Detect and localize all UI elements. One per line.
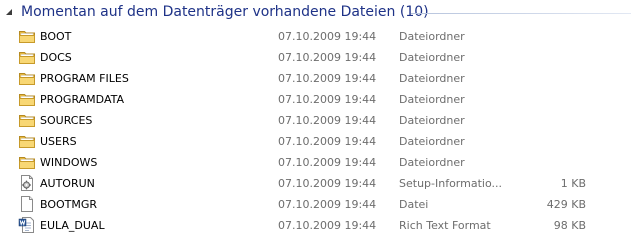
file-type: Datei: [399, 198, 429, 211]
file-row[interactable]: BOOT 07.10.2009 19:44 Dateiordner: [0, 26, 641, 47]
file-date-modified: 07.10.2009 19:44: [278, 198, 377, 211]
file-name: BOOT: [40, 30, 72, 43]
file-date-modified: 07.10.2009 19:44: [278, 114, 377, 127]
file-date-modified: 07.10.2009 19:44: [278, 135, 377, 148]
file-row[interactable]: USERS 07.10.2009 19:44 Dateiordner: [0, 131, 641, 152]
setup-information-file-icon: [18, 175, 36, 191]
file-date-modified: 07.10.2009 19:44: [278, 93, 377, 106]
folder-icon: [18, 70, 36, 86]
file-row[interactable]: PROGRAMDATA 07.10.2009 19:44 Dateiordner: [0, 89, 641, 110]
file-row[interactable]: WINDOWS 07.10.2009 19:44 Dateiordner: [0, 152, 641, 173]
file-size: 429 KB: [546, 198, 586, 211]
file-type: Setup-Informatio...: [399, 177, 502, 190]
file-row[interactable]: SOURCES 07.10.2009 19:44 Dateiordner: [0, 110, 641, 131]
rich-text-document-icon: [18, 217, 36, 233]
collapse-chevron-icon[interactable]: [3, 6, 15, 18]
folder-icon: [18, 28, 36, 44]
file-name: USERS: [40, 135, 77, 148]
file-name: WINDOWS: [40, 156, 98, 169]
file-date-modified: 07.10.2009 19:44: [278, 30, 377, 43]
file-name: EULA_DUAL: [40, 219, 105, 232]
file-row[interactable]: BOOTMGR 07.10.2009 19:44 Datei 429 KB: [0, 194, 641, 215]
file-date-modified: 07.10.2009 19:44: [278, 72, 377, 85]
group-title: Momentan auf dem Datenträger vorhandene …: [21, 4, 429, 20]
file-type: Dateiordner: [399, 72, 465, 85]
folder-icon: [18, 133, 36, 149]
file-name: PROGRAMDATA: [40, 93, 125, 106]
file-type: Dateiordner: [399, 51, 465, 64]
folder-icon: [18, 154, 36, 170]
file-date-modified: 07.10.2009 19:44: [278, 156, 377, 169]
file-name: DOCS: [40, 51, 72, 64]
folder-icon: [18, 91, 36, 107]
file-type: Dateiordner: [399, 114, 465, 127]
file-date-modified: 07.10.2009 19:44: [278, 51, 377, 64]
file-date-modified: 07.10.2009 19:44: [278, 177, 377, 190]
folder-icon: [18, 112, 36, 128]
file-row[interactable]: AUTORUN 07.10.2009 19:44 Setup-Informati…: [0, 173, 641, 194]
file-name: PROGRAM FILES: [40, 72, 129, 85]
file-type: Dateiordner: [399, 135, 465, 148]
file-date-modified: 07.10.2009 19:44: [278, 219, 377, 232]
group-header-divider: [411, 13, 631, 14]
file-row[interactable]: EULA_DUAL 07.10.2009 19:44 Rich Text For…: [0, 215, 641, 236]
file-name: AUTORUN: [40, 177, 95, 190]
file-name: BOOTMGR: [40, 198, 98, 211]
file-size: 98 KB: [553, 219, 586, 232]
file-row[interactable]: DOCS 07.10.2009 19:44 Dateiordner: [0, 47, 641, 68]
file-type: Rich Text Format: [399, 219, 491, 232]
file-type: Dateiordner: [399, 93, 465, 106]
file-size: 1 KB: [560, 177, 586, 190]
file-type: Dateiordner: [399, 156, 465, 169]
file-type: Dateiordner: [399, 30, 465, 43]
generic-file-icon: [18, 196, 36, 212]
folder-icon: [18, 49, 36, 65]
group-header[interactable]: Momentan auf dem Datenträger vorhandene …: [0, 0, 641, 26]
file-list: BOOT 07.10.2009 19:44 Dateiordner DOCS 0…: [0, 26, 641, 236]
file-name: SOURCES: [40, 114, 93, 127]
file-row[interactable]: PROGRAM FILES 07.10.2009 19:44 Dateiordn…: [0, 68, 641, 89]
